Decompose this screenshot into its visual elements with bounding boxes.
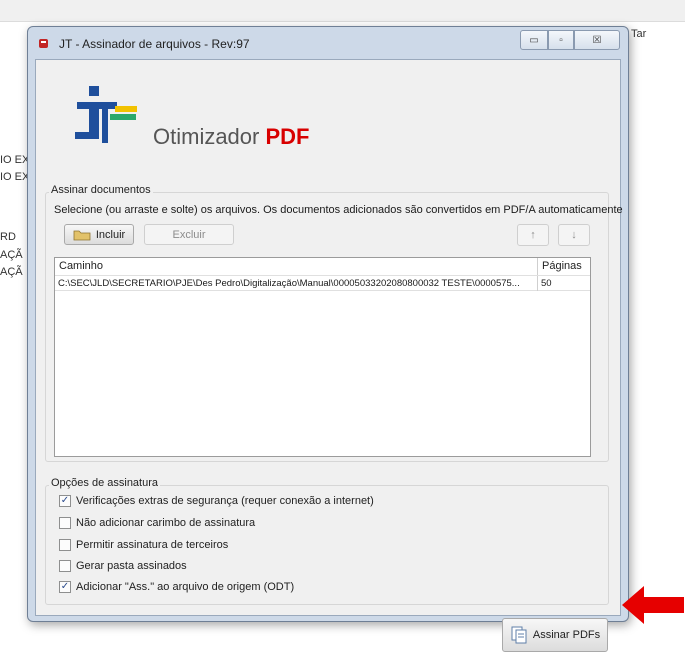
exclude-label: Excluir xyxy=(172,228,206,241)
background-text: Tar xyxy=(631,28,647,40)
cell-path: C:\SEC\JLD\SECRETARIO\PJE\Des Pedro\Digi… xyxy=(58,278,520,289)
red-arrow-icon xyxy=(622,586,684,624)
arrow-up-icon: ↑ xyxy=(530,229,536,241)
window-controls: ▭ ▫ ☒ xyxy=(520,30,626,50)
logo-text-accent: PDF xyxy=(265,124,310,149)
option-label: Não adicionar carimbo de assinatura xyxy=(76,517,256,529)
move-down-button[interactable]: ↓ xyxy=(558,224,590,246)
maximize-button[interactable]: ▫ xyxy=(548,30,574,50)
option-label: Adicionar "Ass." ao arquivo de origem (O… xyxy=(76,581,295,593)
cell-pages: 50 xyxy=(541,278,552,289)
logo-text: Otimizador xyxy=(153,124,266,149)
option-third-party[interactable]: Permitir assinatura de terceiros xyxy=(59,539,228,551)
checkbox[interactable] xyxy=(59,539,71,551)
jt-logo-icon xyxy=(75,86,137,143)
documents-table[interactable]: Caminho Páginas C:\SEC\JLD\SECRETARIO\PJ… xyxy=(54,257,591,457)
checkbox[interactable] xyxy=(59,560,71,572)
option-label: Permitir assinatura de terceiros xyxy=(76,539,229,551)
title-bar[interactable]: JT - Assinador de arquivos - Rev:97 ▭ ▫ … xyxy=(28,27,628,59)
checkbox[interactable]: ✓ xyxy=(59,581,71,593)
app-icon xyxy=(39,39,48,48)
sign-pdfs-label: Assinar PDFs xyxy=(532,629,601,641)
close-button[interactable]: ☒ xyxy=(574,30,620,50)
checkbox[interactable] xyxy=(59,517,71,529)
include-label: Incluir xyxy=(95,228,126,241)
background-text: RD xyxy=(0,231,16,243)
option-label: Verificações extras de segurança (requer… xyxy=(76,495,374,507)
arrow-down-icon: ↓ xyxy=(571,229,577,241)
background-text: AÇÃ xyxy=(0,249,23,261)
background-text: IO EX xyxy=(0,154,30,166)
option-signed-folder[interactable]: Gerar pasta assinados xyxy=(59,560,187,572)
background-app-toolbar xyxy=(0,0,685,22)
background-text: IO EX xyxy=(0,171,30,183)
option-add-ass-suffix[interactable]: ✓ Adicionar "Ass." ao arquivo de origem … xyxy=(59,581,294,593)
option-no-stamp[interactable]: Não adicionar carimbo de assinatura xyxy=(59,517,255,529)
minimize-icon: ▭ xyxy=(529,34,539,46)
exclude-button[interactable]: Excluir xyxy=(144,224,234,245)
app-logo-title: Otimizador PDF xyxy=(153,124,309,150)
option-extra-security[interactable]: ✓ Verificações extras de segurança (requ… xyxy=(59,495,374,507)
move-up-button[interactable]: ↑ xyxy=(517,224,549,246)
table-row[interactable]: C:\SEC\JLD\SECRETARIO\PJE\Des Pedro\Digi… xyxy=(55,275,590,291)
assinador-window: JT - Assinador de arquivos - Rev:97 ▭ ▫ … xyxy=(27,26,629,652)
column-header-pages[interactable]: Páginas xyxy=(538,258,590,275)
documents-instruction: Selecione (ou arraste e solte) os arquiv… xyxy=(54,204,623,216)
window-content: Otimizador PDF Assinar documentos Seleci… xyxy=(35,59,623,652)
include-button[interactable]: Incluir xyxy=(64,224,134,245)
options-group-label: Opções de assinatura xyxy=(49,477,161,489)
close-icon: ☒ xyxy=(592,34,602,46)
sign-document-icon xyxy=(511,626,527,644)
maximize-icon: ▫ xyxy=(559,34,563,46)
background-text: AÇÃ xyxy=(0,266,23,278)
minimize-button[interactable]: ▭ xyxy=(520,30,548,50)
column-header-path[interactable]: Caminho xyxy=(55,258,537,275)
sign-pdfs-button[interactable]: Assinar PDFs xyxy=(502,618,608,652)
folder-icon xyxy=(73,230,91,240)
option-label: Gerar pasta assinados xyxy=(76,560,187,572)
checkbox[interactable]: ✓ xyxy=(59,495,71,507)
window-title: JT - Assinador de arquivos - Rev:97 xyxy=(59,37,250,51)
documents-group-label: Assinar documentos xyxy=(49,184,153,196)
